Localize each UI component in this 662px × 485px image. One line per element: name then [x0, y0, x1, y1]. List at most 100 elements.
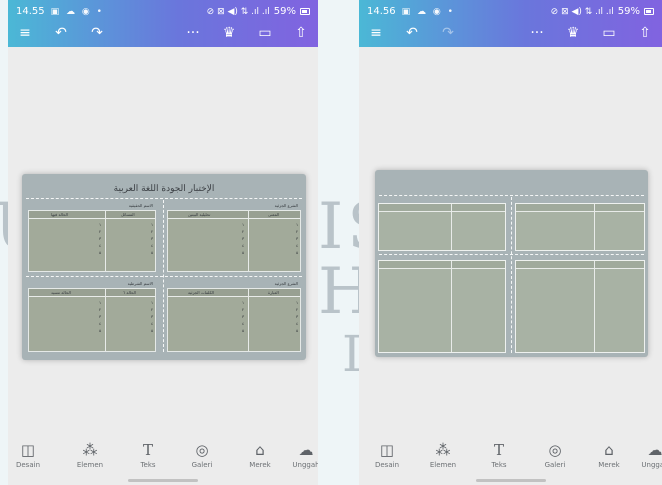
text-icon: T	[142, 441, 153, 459]
phone-screenshot-left: 14.55 ▣ ☁ ◉ • ⊘ ⊠ ◀) ⇅ .ıl .ıl 59% ≡ ↶ ↷…	[8, 0, 318, 485]
column-header: الكلمات الجزئية	[188, 290, 215, 295]
dashed-divider	[379, 195, 644, 196]
table-quadrant[interactable]: الشرع الجزئية الكلمات الجزئية العبارة ١٢…	[167, 281, 301, 352]
app-header: 14.56 ▣ ☁ ◉ • ⊘ ⊠ ◀) ⇅ .ıl .ıl 59% ≡ ↶ ↷…	[359, 0, 662, 47]
nav-desain[interactable]: ◫ Desain	[8, 441, 50, 469]
crown-icon[interactable]: ♛	[562, 23, 584, 43]
table-header	[379, 261, 505, 269]
upload-icon: ☁	[298, 441, 314, 459]
nav-label: Unggah	[641, 461, 662, 469]
nav-label: Merek	[249, 461, 271, 469]
more-icon[interactable]: ···	[182, 23, 204, 43]
row-numbers: ١٢٣٤٥	[151, 300, 154, 333]
table-column-line	[248, 211, 249, 271]
nav-label: Desain	[15, 461, 40, 469]
nav-label: Galeri	[544, 461, 566, 469]
brand-icon: ⌂	[255, 441, 265, 459]
menu-icon[interactable]: ≡	[14, 23, 36, 43]
nav-galeri[interactable]: ◎ Galeri	[533, 441, 577, 469]
dashed-divider	[163, 200, 164, 352]
upload-icon: ☁	[647, 441, 662, 459]
brand-icon: ⌂	[604, 441, 614, 459]
dashed-divider	[26, 198, 302, 199]
nav-elemen[interactable]: ⁂ Elemen	[68, 441, 112, 469]
battery-percent: 59%	[273, 6, 296, 17]
share-icon[interactable]: ⇧	[290, 23, 312, 43]
more-icon[interactable]: ···	[526, 23, 548, 43]
nav-elemen[interactable]: ⁂ Elemen	[421, 441, 465, 469]
signal-icons: ⊘ ⊠ ◀) ⇅ .ıl .ıl	[206, 6, 270, 17]
table-header	[29, 289, 155, 297]
design-icon: ◫	[379, 441, 395, 459]
text-icon: T	[493, 441, 504, 459]
undo-icon[interactable]: ↶	[50, 23, 72, 43]
nav-unggah[interactable]: ☁ Unggah	[633, 441, 662, 469]
nav-label: Unggah	[292, 461, 318, 469]
canvas-area[interactable]: الإختبار الجودة اللغة العربية الاسم الحق…	[8, 47, 318, 437]
status-time: 14.55	[16, 6, 45, 17]
row-numbers: ١٢٣٤٥	[242, 300, 245, 333]
nav-label: Galeri	[191, 461, 213, 469]
share-icon[interactable]: ⇧	[634, 23, 656, 43]
redo-icon[interactable]: ↷	[437, 23, 459, 43]
table-quadrant[interactable]: الاسم الشرطية الحالة مسيد الحالة ٦ ١٢٣٤٥…	[28, 281, 156, 352]
design-page[interactable]	[375, 170, 648, 357]
table-header	[516, 204, 644, 212]
row-numbers: ١٢٣٤٥	[296, 222, 299, 255]
status-bar: 14.56 ▣ ☁ ◉ • ⊘ ⊠ ◀) ⇅ .ıl .ıl 59%	[367, 5, 654, 18]
nav-merek[interactable]: ⌂ Merek	[587, 441, 631, 469]
nav-teks[interactable]: T Teks	[126, 441, 170, 469]
table-quadrant[interactable]: الشرع الجزئية تحليلية البيتين المعنى ١٢٣…	[167, 203, 301, 272]
menu-icon[interactable]: ≡	[365, 23, 387, 43]
table-column-line	[105, 289, 106, 351]
design-page[interactable]: الإختبار الجودة اللغة العربية الاسم الحق…	[22, 174, 306, 360]
gallery-icon: ◎	[195, 441, 209, 459]
nav-label: Desain	[374, 461, 399, 469]
nav-label: Teks	[140, 461, 156, 469]
row-numbers: ١٢٣٤٥	[242, 222, 245, 255]
editor-toolbar: ≡ ↶ ↷ ··· ♛ ▭ ⇧	[14, 23, 312, 43]
crown-icon[interactable]: ♛	[218, 23, 240, 43]
editor-toolbar: ≡ ↶ ↷ ··· ♛ ▭ ⇧	[365, 23, 656, 43]
section-label: الشرع الجزئية	[274, 203, 298, 208]
table-quadrant[interactable]	[378, 260, 506, 353]
dashed-divider	[511, 197, 512, 353]
column-header: الحالة مسيد	[51, 290, 71, 295]
row-numbers: ١٢٣٤٥	[296, 300, 299, 333]
table-column-line	[105, 211, 106, 271]
home-indicator[interactable]	[475, 479, 546, 482]
notification-icons: ▣ ☁ ◉ •	[50, 6, 104, 17]
nav-label: Merek	[598, 461, 620, 469]
canvas-area[interactable]	[359, 47, 662, 437]
nav-galeri[interactable]: ◎ Galeri	[180, 441, 224, 469]
bottom-nav: ◫ Desain ⁂ Elemen T Teks ◎ Galeri ⌂ Mere…	[359, 437, 662, 485]
column-header: الحالة فيها	[51, 212, 68, 217]
nav-label: Teks	[491, 461, 507, 469]
present-icon[interactable]: ▭	[254, 23, 276, 43]
table-quadrant[interactable]: الاسم الحقيقية الحالة فيها المسائل ١٢٣٤٥…	[28, 203, 156, 272]
redo-icon[interactable]: ↷	[86, 23, 108, 43]
table-header	[29, 211, 155, 219]
battery-icon	[644, 8, 654, 15]
table-quadrant[interactable]	[515, 260, 645, 353]
nav-merek[interactable]: ⌂ Merek	[238, 441, 282, 469]
design-title[interactable]: الإختبار الجودة اللغة العربية	[22, 184, 306, 194]
nav-label: Elemen	[429, 461, 457, 469]
table-quadrant[interactable]	[515, 203, 645, 251]
nav-label: Elemen	[76, 461, 104, 469]
battery-icon	[300, 8, 310, 15]
table-quadrant[interactable]	[378, 203, 506, 251]
home-indicator[interactable]	[128, 479, 198, 482]
section-label: الاسم الشرطية	[127, 281, 153, 286]
nav-unggah[interactable]: ☁ Unggah	[284, 441, 318, 469]
nav-desain[interactable]: ◫ Desain	[365, 441, 409, 469]
column-header: المعنى	[268, 212, 280, 217]
undo-icon[interactable]: ↶	[401, 23, 423, 43]
nav-teks[interactable]: T Teks	[477, 441, 521, 469]
table-column-line	[594, 204, 595, 250]
elements-icon: ⁂	[435, 441, 451, 459]
phone-screenshot-right: 14.56 ▣ ☁ ◉ • ⊘ ⊠ ◀) ⇅ .ıl .ıl 59% ≡ ↶ ↷…	[359, 0, 662, 485]
row-numbers: ١٢٣٤٥	[99, 222, 102, 255]
present-icon[interactable]: ▭	[598, 23, 620, 43]
gallery-icon: ◎	[548, 441, 562, 459]
